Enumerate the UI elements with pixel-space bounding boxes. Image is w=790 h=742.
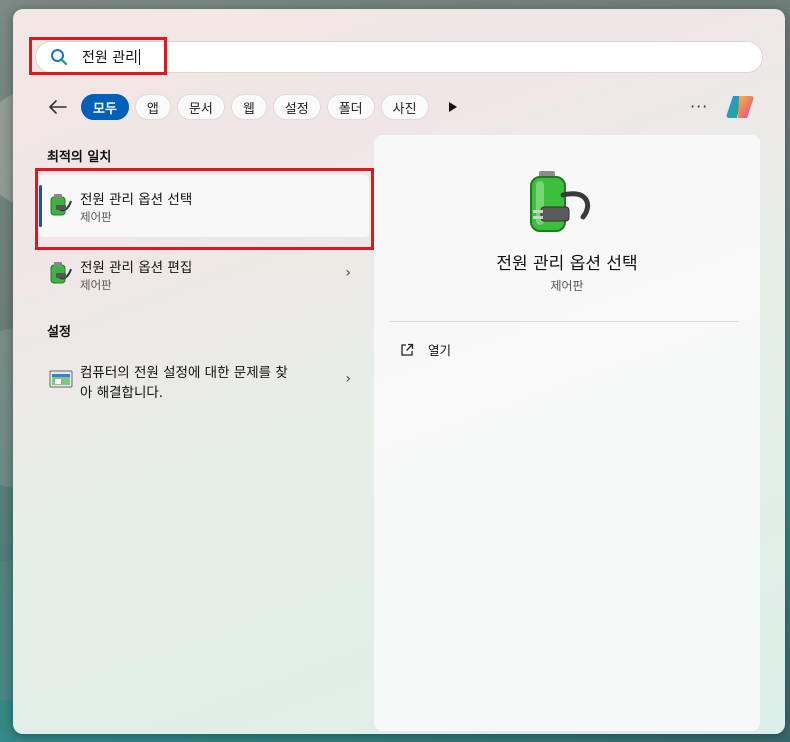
open-action[interactable]: 열기 [400, 340, 451, 359]
more-filters-button[interactable] [443, 101, 463, 113]
search-highlight-box [29, 37, 167, 75]
best-match-header: 최적의 일치 [47, 150, 112, 165]
detail-divider [390, 321, 738, 322]
filter-chip-photos[interactable]: 사진 [380, 94, 429, 120]
more-options-button[interactable]: ··· [690, 97, 708, 116]
filter-bar: 모두 앱 문서 웹 설정 폴더 사진 [43, 92, 463, 122]
filter-chip-web[interactable]: 웹 [230, 94, 267, 120]
result-subtitle: 제어판 [80, 278, 112, 292]
chevron-right-icon: › [345, 371, 351, 387]
power-options-icon [50, 262, 72, 284]
chevron-right-icon: › [345, 265, 351, 281]
filter-chip-documents[interactable]: 문서 [176, 94, 225, 120]
settings-result-item[interactable]: 컴퓨터의 전원 설정에 대한 문제를 찾 아 해결합니다. › [39, 349, 369, 411]
open-external-icon [401, 343, 414, 356]
result-title: 전원 관리 옵션 편집 [80, 260, 193, 276]
settings-result-title-line2: 아 해결합니다. [80, 385, 164, 401]
detail-title: 전원 관리 옵션 선택 [496, 254, 638, 274]
back-arrow-icon [49, 100, 67, 114]
open-action-label: 열기 [428, 343, 452, 358]
detail-pane: 전원 관리 옵션 선택 제어판 열기 [374, 135, 760, 731]
filter-chip-folders[interactable]: 폴더 [326, 94, 375, 120]
troubleshoot-icon [49, 370, 73, 388]
search-panel: 전원 관리 모두 앱 문서 웹 설정 폴더 사진 ··· 최적의 일치 전원 관… [13, 9, 785, 734]
back-button[interactable] [43, 92, 73, 122]
copilot-icon[interactable] [724, 91, 756, 123]
detail-subtitle: 제어판 [550, 279, 584, 293]
filter-chip-apps[interactable]: 앱 [134, 94, 171, 120]
filter-chip-all[interactable]: 모두 [81, 94, 129, 120]
best-match-highlight-box [35, 168, 374, 250]
settings-result-title-line1: 컴퓨터의 전원 설정에 대한 문제를 찾 [80, 365, 288, 381]
settings-header: 설정 [47, 325, 71, 340]
filter-chip-settings[interactable]: 설정 [272, 94, 321, 120]
power-options-large-icon [530, 171, 590, 232]
result-item[interactable]: 전원 관리 옵션 편집 제어판 › [39, 243, 369, 305]
play-icon [448, 102, 457, 112]
